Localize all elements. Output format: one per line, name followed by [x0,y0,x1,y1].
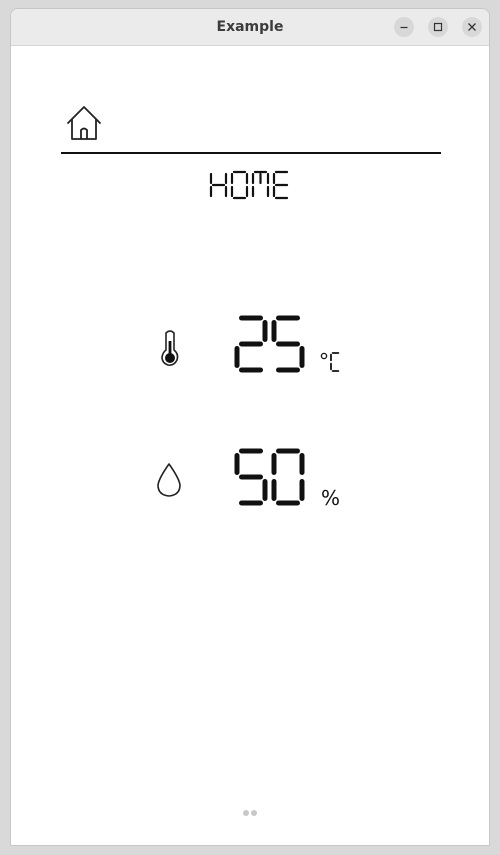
degree-symbol [320,352,328,360]
house-icon[interactable] [65,103,105,143]
main-content: % [11,46,489,845]
app-window: Example % [10,8,490,846]
close-icon [468,23,476,31]
segment-char [272,170,289,200]
maximize-icon [433,22,443,32]
segment-char [271,315,305,373]
minimize-icon [400,26,408,29]
page-dot-2[interactable] [251,810,257,816]
segment-char [230,170,249,200]
page-dot-1[interactable] [243,810,249,816]
maximize-button[interactable] [428,17,448,37]
window-title: Example [216,19,284,35]
percent-symbol: % [321,486,340,510]
page-title [209,170,289,200]
segment-char [271,448,305,506]
page-indicator[interactable] [242,809,262,817]
title-bar: Example [11,9,489,46]
segment-char [234,315,268,373]
humidity-unit: % [321,486,340,510]
header-divider [61,152,441,154]
water-drop-icon [157,463,181,497]
humidity-value [234,448,305,506]
minimize-button[interactable] [394,17,414,37]
segment-char [251,170,270,198]
temperature-unit [320,352,340,372]
thermometer-icon [161,330,179,366]
segment-char [209,172,228,198]
segment-char [330,352,340,372]
close-button[interactable] [462,17,482,37]
segment-char [234,448,268,506]
temperature-value [234,315,305,373]
